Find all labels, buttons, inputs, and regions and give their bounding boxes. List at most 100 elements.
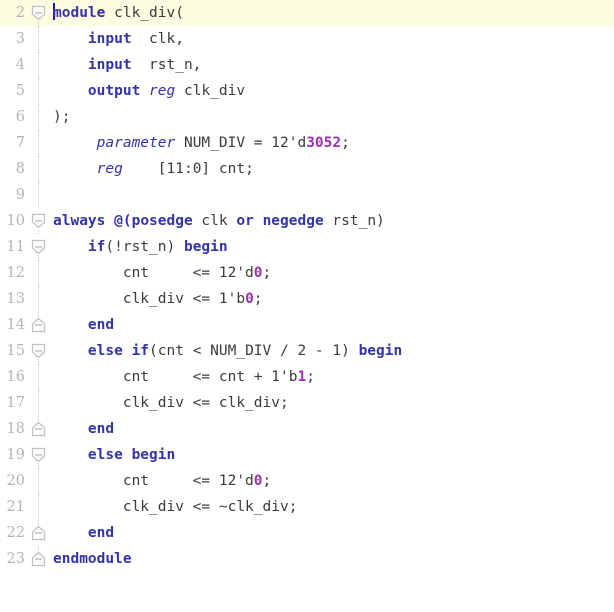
fold-marker-start-icon[interactable] [28,208,50,234]
code-line[interactable]: 8 reg [11:0] cnt; [0,156,614,182]
fold-toggle-icon[interactable] [31,421,46,437]
code-line[interactable]: 17 clk_div <= clk_div; [0,390,614,416]
code-token-kw: if [87,239,106,255]
code-line[interactable]: 7 parameter NUM_DIV = 12'd3052; [0,130,614,156]
fold-guide-dash [38,78,39,104]
code-line[interactable]: 11 if(!rst_n) begin [0,234,614,260]
fold-guide-line [28,390,50,416]
code-token-plain: [11:0] cnt; [122,161,254,177]
code-token-plain: NUM_DIV = 12'd [175,135,307,151]
code-token-kw: else [87,343,123,359]
fold-guide-line [28,260,50,286]
fold-guide-line [28,156,50,182]
fold-guide-line [28,26,50,52]
fold-toggle-icon[interactable] [31,551,46,567]
code-token-num: 1 [297,369,307,385]
code-text[interactable] [50,182,614,208]
code-token-plain: clk_div <= clk_div; [122,395,289,411]
fold-marker-end-icon[interactable] [28,546,50,572]
code-text[interactable]: clk_div <= clk_div; [50,390,614,416]
code-line[interactable]: 12 cnt <= 12'd0; [0,260,614,286]
fold-toggle-icon[interactable] [31,525,46,541]
fold-toggle-icon[interactable] [31,239,46,255]
code-line[interactable]: 19 else begin [0,442,614,468]
code-text[interactable]: end [50,416,614,442]
code-text[interactable]: always @(posedge clk or negedge rst_n) [50,208,614,234]
fold-guide-line [28,52,50,78]
fold-toggle-icon[interactable] [31,343,46,359]
code-line[interactable]: 15 else if(cnt < NUM_DIV / 2 - 1) begin [0,338,614,364]
code-line[interactable]: 6); [0,104,614,130]
code-text[interactable]: if(!rst_n) begin [50,234,614,260]
fold-guide-dash [38,156,39,182]
fold-guide-line [28,286,50,312]
code-text[interactable]: input rst_n, [50,52,614,78]
fold-guide-dash [38,104,39,130]
fold-marker-start-icon[interactable] [28,234,50,260]
code-text[interactable]: cnt <= 12'd0; [50,468,614,494]
fold-guide-line [28,104,50,130]
code-editor[interactable]: 2 module clk_div(3 input clk, 4 input rst_… [0,0,614,612]
fold-toggle-icon[interactable] [31,447,46,463]
code-text[interactable]: parameter NUM_DIV = 12'd3052; [50,130,614,156]
line-number: 7 [15,135,25,151]
code-line[interactable]: 5 output reg clk_div [0,78,614,104]
code-token-plain: ; [341,135,350,151]
code-line[interactable]: 4 input rst_n, [0,52,614,78]
code-token-plain: (!rst_n) [105,239,184,255]
fold-marker-end-icon[interactable] [28,520,50,546]
code-line[interactable]: 20 cnt <= 12'd0; [0,468,614,494]
code-line[interactable]: 23 endmodule [0,546,614,572]
fold-toggle-icon[interactable] [31,213,46,229]
code-token-kw: begin [131,447,176,463]
fold-marker-end-icon[interactable] [28,312,50,338]
fold-guide-line [28,494,50,520]
code-line[interactable]: 18 end [0,416,614,442]
fold-guide-line [28,182,50,208]
code-text[interactable]: module clk_div( [50,0,614,26]
code-token-kw: if [131,343,150,359]
code-text[interactable]: else begin [50,442,614,468]
code-line[interactable]: 14 end [0,312,614,338]
code-text[interactable]: ); [50,104,614,130]
code-text[interactable]: clk_div <= 1'b0; [50,286,614,312]
code-token-plain: ); [53,109,71,125]
code-token-num: 3052 [306,135,342,151]
code-text[interactable]: endmodule [50,546,614,572]
fold-marker-start-icon[interactable] [28,338,50,364]
fold-toggle-icon[interactable] [31,5,46,21]
fold-marker-start-icon[interactable] [28,442,50,468]
fold-marker-end-icon[interactable] [28,416,50,442]
code-text[interactable]: cnt <= cnt + 1'b1; [50,364,614,390]
code-text[interactable]: cnt <= 12'd0; [50,260,614,286]
code-line[interactable]: 9 [0,182,614,208]
code-text[interactable]: clk_div <= ~clk_div; [50,494,614,520]
code-line[interactable]: 22 end [0,520,614,546]
code-text[interactable]: input clk, [50,26,614,52]
code-text[interactable]: end [50,520,614,546]
line-number: 2 [15,5,25,21]
fold-marker-start-icon[interactable] [28,0,50,26]
code-token-plain: clk, [131,31,184,47]
code-line[interactable]: 21 clk_div <= ~clk_div; [0,494,614,520]
code-text[interactable]: else if(cnt < NUM_DIV / 2 - 1) begin [50,338,614,364]
code-line[interactable]: 2 module clk_div( [0,0,614,26]
code-line[interactable]: 3 input clk, [0,26,614,52]
code-line[interactable]: 10 always @(posedge clk or negedge rst_n) [0,208,614,234]
fold-toggle-icon[interactable] [31,317,46,333]
code-text[interactable]: end [50,312,614,338]
code-text[interactable]: reg [11:0] cnt; [50,156,614,182]
fold-guide-dash [38,364,39,390]
fold-guide-dash [38,130,39,156]
code-line[interactable]: 13 clk_div <= 1'b0; [0,286,614,312]
fold-guide-line [28,78,50,104]
code-line[interactable]: 16 cnt <= cnt + 1'b1; [0,364,614,390]
code-text[interactable]: output reg clk_div [50,78,614,104]
code-token-kw: input [87,31,132,47]
fold-guide-line [28,364,50,390]
